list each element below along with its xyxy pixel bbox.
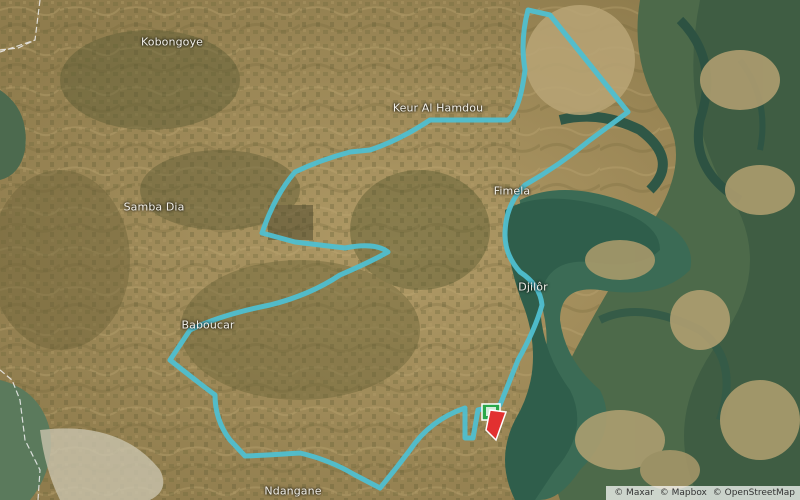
place-label-samba-dia: Samba Dia: [123, 200, 185, 214]
place-label-keur-al-hamdou: Keur Al Hamdou: [392, 101, 484, 115]
place-label-ndangane: Ndangane: [264, 484, 322, 498]
attribution-osm-link[interactable]: © OpenStreetMap: [713, 488, 795, 498]
satellite-imagery: [0, 0, 800, 500]
map-attribution: © Maxar © Mapbox © OpenStreetMap: [606, 486, 800, 500]
map-view[interactable]: Kobongoye Keur Al Hamdou Samba Dia Fimel…: [0, 0, 800, 500]
attribution-maxar-link[interactable]: © Maxar: [614, 488, 654, 498]
place-label-djilor: Djilôr: [518, 280, 548, 294]
place-label-baboucar: Baboucar: [181, 318, 235, 332]
place-label-kobongoye: Kobongoye: [141, 35, 203, 49]
attribution-mapbox-link[interactable]: © Mapbox: [660, 488, 707, 498]
place-label-fimela: Fimela: [493, 184, 531, 198]
